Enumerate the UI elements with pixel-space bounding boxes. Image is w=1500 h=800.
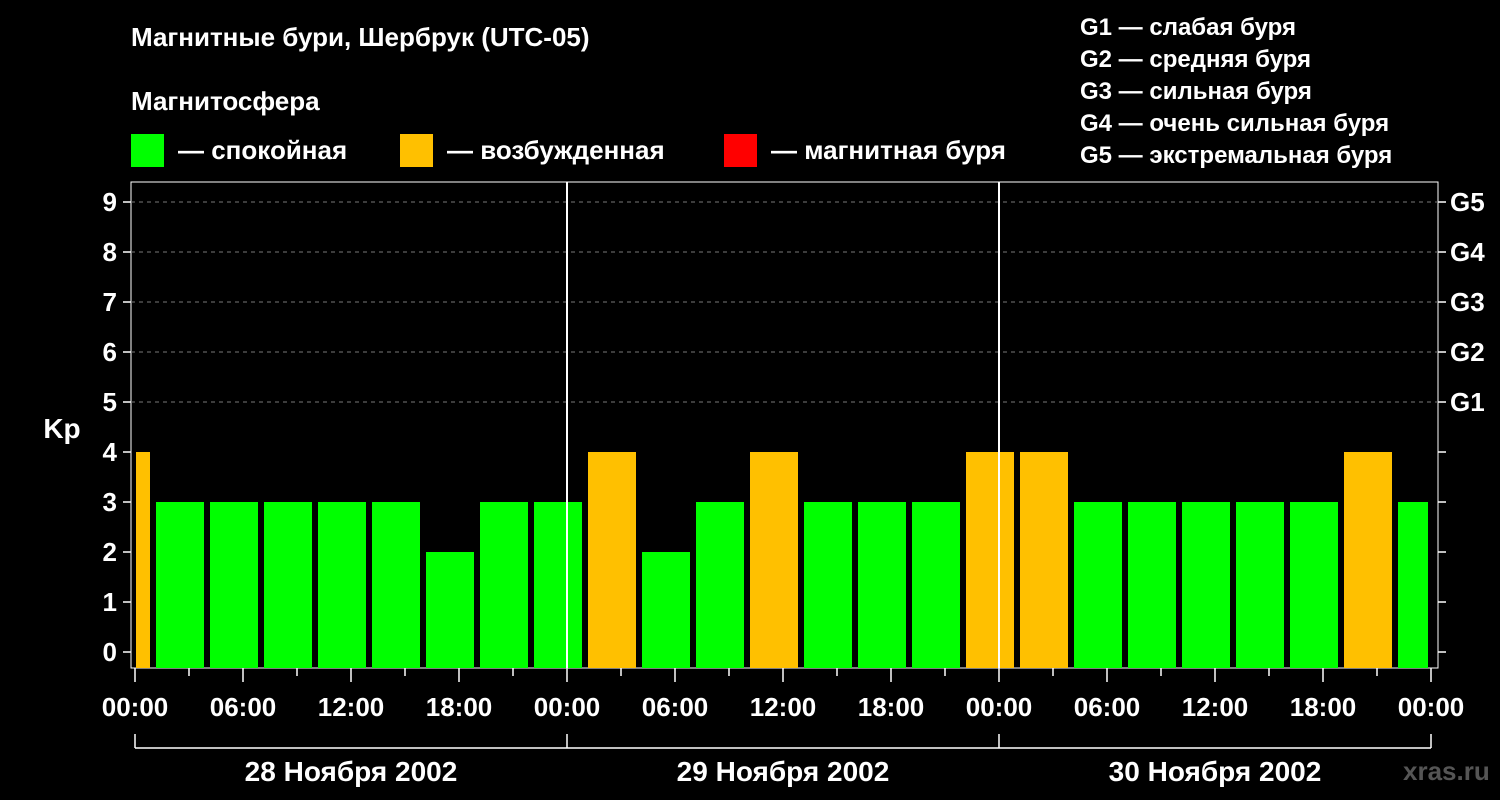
day-label: 29 Ноября 2002 — [677, 756, 890, 787]
g-level-label: G1 — [1450, 387, 1485, 417]
kp-bar — [264, 502, 312, 668]
kp-bar — [210, 502, 258, 668]
x-tick-label: 00:00 — [534, 692, 601, 722]
y-axis-label: Kp — [43, 413, 80, 444]
kp-bar — [1398, 502, 1428, 668]
x-tick-label: 06:00 — [1074, 692, 1141, 722]
kp-bar — [372, 502, 420, 668]
kp-bar — [480, 502, 528, 668]
day-label: 30 Ноября 2002 — [1109, 756, 1322, 787]
kp-bar — [318, 502, 366, 668]
x-tick-label: 18:00 — [858, 692, 925, 722]
g-level-label: G5 — [1450, 187, 1485, 217]
kp-bar — [750, 452, 798, 668]
kp-bar — [912, 502, 960, 668]
y-tick-label: 8 — [103, 237, 117, 267]
x-tick-label: 12:00 — [750, 692, 817, 722]
x-tick-label: 18:00 — [1290, 692, 1357, 722]
kp-bar — [1290, 502, 1338, 668]
kp-bar — [1128, 502, 1176, 668]
x-tick-label: 00:00 — [102, 692, 169, 722]
kp-bar — [1236, 502, 1284, 668]
kp-bar — [534, 502, 582, 668]
site-brand: xras.ru — [1403, 756, 1490, 786]
kp-bar — [1074, 502, 1122, 668]
y-tick-label: 5 — [103, 387, 117, 417]
y-tick-label: 6 — [103, 337, 117, 367]
x-tick-label: 18:00 — [426, 692, 493, 722]
kp-bar — [1182, 502, 1230, 668]
x-tick-label: 00:00 — [1398, 692, 1465, 722]
kp-bar — [804, 502, 852, 668]
x-tick-label: 12:00 — [318, 692, 385, 722]
x-tick-label: 12:00 — [1182, 692, 1249, 722]
kp-bar — [1020, 452, 1068, 668]
kp-chart: 0 1 2 3 4 5 6 7 8 9 Kp G1 G2 G3 G4 G5 00:00 06:00 12:00 18:… — [43, 181, 1485, 787]
y-tick-label: 1 — [103, 587, 117, 617]
kp-bar — [966, 452, 1014, 668]
kp-bar — [136, 452, 150, 668]
y-tick-label: 9 — [103, 187, 117, 217]
g-level-label: G2 — [1450, 337, 1485, 367]
kp-bar — [858, 502, 906, 668]
x-tick-label: 06:00 — [210, 692, 277, 722]
kp-bar — [588, 452, 636, 668]
kp-bar — [426, 552, 474, 668]
y-tick-label: 4 — [103, 437, 118, 467]
g-level-label: G3 — [1450, 287, 1485, 317]
y-tick-label: 7 — [103, 287, 117, 317]
kp-bar — [642, 552, 690, 668]
g-level-label: G4 — [1450, 237, 1485, 267]
x-tick-label: 00:00 — [966, 692, 1033, 722]
x-tick-label: 06:00 — [642, 692, 709, 722]
kp-bar — [696, 502, 744, 668]
day-label: 28 Ноября 2002 — [245, 756, 458, 787]
y-tick-label: 3 — [103, 487, 117, 517]
y-tick-label: 0 — [103, 637, 117, 667]
kp-bar — [156, 502, 204, 668]
y-tick-label: 2 — [103, 537, 117, 567]
kp-bar — [1344, 452, 1392, 668]
